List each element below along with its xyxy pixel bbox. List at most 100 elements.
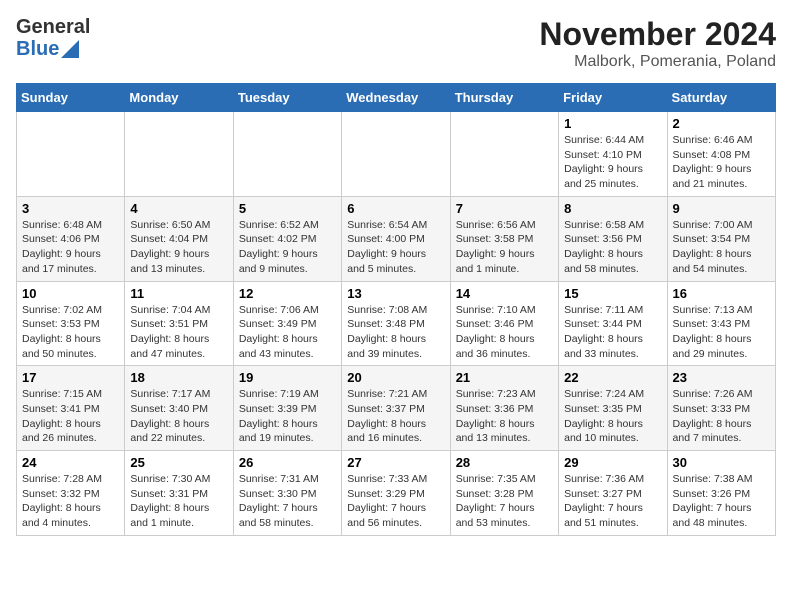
- day-number: 27: [347, 455, 444, 470]
- calendar-cell: 19 Sunrise: 7:19 AM Sunset: 3:39 PM Dayli…: [233, 366, 341, 451]
- day-detail: Sunrise: 7:11 AM Sunset: 3:44 PM Dayligh…: [564, 303, 661, 362]
- calendar-week-row: 3 Sunrise: 6:48 AM Sunset: 4:06 PM Daylig…: [17, 196, 776, 281]
- day-number: 24: [22, 455, 119, 470]
- calendar-cell: 25 Sunrise: 7:30 AM Sunset: 3:31 PM Dayli…: [125, 451, 233, 536]
- day-number: 19: [239, 370, 336, 385]
- day-detail: Sunrise: 6:48 AM Sunset: 4:06 PM Dayligh…: [22, 218, 119, 277]
- day-number: 28: [456, 455, 553, 470]
- day-number: 29: [564, 455, 661, 470]
- day-detail: Sunrise: 6:52 AM Sunset: 4:02 PM Dayligh…: [239, 218, 336, 277]
- day-detail: Sunrise: 7:10 AM Sunset: 3:46 PM Dayligh…: [456, 303, 553, 362]
- calendar-cell: 5Sunrise: 6:52 AM Sunset: 4:02 PM Daylig…: [233, 196, 341, 281]
- day-detail: Sunrise: 6:50 AM Sunset: 4:04 PM Dayligh…: [130, 218, 227, 277]
- day-detail: Sunrise: 7:23 AM Sunset: 3:36 PM Dayligh…: [456, 387, 553, 446]
- day-detail: Sunrise: 7:02 AM Sunset: 3:53 PM Dayligh…: [22, 303, 119, 362]
- calendar-table: SundayMondayTuesdayWednesdayThursdayFrid…: [16, 83, 776, 536]
- calendar-cell: 24 Sunrise: 7:28 AM Sunset: 3:32 PM Dayli…: [17, 451, 125, 536]
- calendar-cell: [125, 112, 233, 197]
- day-number: 3: [22, 201, 119, 216]
- calendar-cell: [342, 112, 450, 197]
- day-number: 30: [673, 455, 770, 470]
- calendar-week-row: 10 Sunrise: 7:02 AM Sunset: 3:53 PM Dayli…: [17, 281, 776, 366]
- calendar-cell: 14 Sunrise: 7:10 AM Sunset: 3:46 PM Dayli…: [450, 281, 558, 366]
- header: General Blue November 2024 Malbork, Pome…: [16, 16, 776, 71]
- day-number: 18: [130, 370, 227, 385]
- day-number: 4: [130, 201, 227, 216]
- calendar-cell: 30 Sunrise: 7:38 AM Sunset: 3:26 PM Dayli…: [667, 451, 775, 536]
- calendar-header-tuesday: Tuesday: [233, 84, 341, 112]
- day-number: 13: [347, 286, 444, 301]
- day-detail: Sunrise: 6:44 AM Sunset: 4:10 PM Dayligh…: [564, 133, 661, 192]
- calendar-cell: 29 Sunrise: 7:36 AM Sunset: 3:27 PM Dayli…: [559, 451, 667, 536]
- day-detail: Sunrise: 7:00 AM Sunset: 3:54 PM Dayligh…: [673, 218, 770, 277]
- calendar-week-row: 1 Sunrise: 6:44 AM Sunset: 4:10 PM Daylig…: [17, 112, 776, 197]
- day-number: 2: [673, 116, 770, 131]
- day-detail: Sunrise: 7:04 AM Sunset: 3:51 PM Dayligh…: [130, 303, 227, 362]
- logo-icon: [61, 40, 79, 58]
- day-detail: Sunrise: 7:36 AM Sunset: 3:27 PM Dayligh…: [564, 472, 661, 531]
- calendar-header-wednesday: Wednesday: [342, 84, 450, 112]
- calendar-cell: 26 Sunrise: 7:31 AM Sunset: 3:30 PM Dayli…: [233, 451, 341, 536]
- day-detail: Sunrise: 7:38 AM Sunset: 3:26 PM Dayligh…: [673, 472, 770, 531]
- calendar-header-sunday: Sunday: [17, 84, 125, 112]
- calendar-cell: 21 Sunrise: 7:23 AM Sunset: 3:36 PM Dayli…: [450, 366, 558, 451]
- day-number: 11: [130, 286, 227, 301]
- day-number: 25: [130, 455, 227, 470]
- day-detail: Sunrise: 6:56 AM Sunset: 3:58 PM Dayligh…: [456, 218, 553, 277]
- day-number: 7: [456, 201, 553, 216]
- day-detail: Sunrise: 7:31 AM Sunset: 3:30 PM Dayligh…: [239, 472, 336, 531]
- day-detail: Sunrise: 7:06 AM Sunset: 3:49 PM Dayligh…: [239, 303, 336, 362]
- calendar-cell: 4 Sunrise: 6:50 AM Sunset: 4:04 PM Daylig…: [125, 196, 233, 281]
- calendar-cell: 15Sunrise: 7:11 AM Sunset: 3:44 PM Dayli…: [559, 281, 667, 366]
- day-number: 14: [456, 286, 553, 301]
- calendar-cell: 17 Sunrise: 7:15 AM Sunset: 3:41 PM Dayli…: [17, 366, 125, 451]
- day-number: 22: [564, 370, 661, 385]
- calendar-cell: 16 Sunrise: 7:13 AM Sunset: 3:43 PM Dayli…: [667, 281, 775, 366]
- day-number: 12: [239, 286, 336, 301]
- day-detail: Sunrise: 7:13 AM Sunset: 3:43 PM Dayligh…: [673, 303, 770, 362]
- calendar-week-row: 17 Sunrise: 7:15 AM Sunset: 3:41 PM Dayli…: [17, 366, 776, 451]
- day-detail: Sunrise: 7:33 AM Sunset: 3:29 PM Dayligh…: [347, 472, 444, 531]
- calendar-cell: [233, 112, 341, 197]
- calendar-cell: 11 Sunrise: 7:04 AM Sunset: 3:51 PM Dayli…: [125, 281, 233, 366]
- page-subtitle: Malbork, Pomerania, Poland: [539, 53, 776, 71]
- calendar-week-row: 24 Sunrise: 7:28 AM Sunset: 3:32 PM Dayli…: [17, 451, 776, 536]
- day-number: 1: [564, 116, 661, 131]
- day-detail: Sunrise: 7:15 AM Sunset: 3:41 PM Dayligh…: [22, 387, 119, 446]
- day-detail: Sunrise: 7:19 AM Sunset: 3:39 PM Dayligh…: [239, 387, 336, 446]
- calendar-cell: 3 Sunrise: 6:48 AM Sunset: 4:06 PM Daylig…: [17, 196, 125, 281]
- day-detail: Sunrise: 7:28 AM Sunset: 3:32 PM Dayligh…: [22, 472, 119, 531]
- logo-general: General: [16, 16, 90, 38]
- calendar-cell: 6Sunrise: 6:54 AM Sunset: 4:00 PM Daylig…: [342, 196, 450, 281]
- calendar-cell: [17, 112, 125, 197]
- day-number: 10: [22, 286, 119, 301]
- logo-blue: Blue: [16, 38, 59, 60]
- day-detail: Sunrise: 7:35 AM Sunset: 3:28 PM Dayligh…: [456, 472, 553, 531]
- day-number: 8: [564, 201, 661, 216]
- calendar-header-row: SundayMondayTuesdayWednesdayThursdayFrid…: [17, 84, 776, 112]
- logo: General Blue: [16, 16, 90, 60]
- calendar-cell: 12 Sunrise: 7:06 AM Sunset: 3:49 PM Dayli…: [233, 281, 341, 366]
- calendar-cell: 20Sunrise: 7:21 AM Sunset: 3:37 PM Dayli…: [342, 366, 450, 451]
- calendar-header-saturday: Saturday: [667, 84, 775, 112]
- calendar-cell: 18 Sunrise: 7:17 AM Sunset: 3:40 PM Dayli…: [125, 366, 233, 451]
- day-number: 26: [239, 455, 336, 470]
- day-number: 17: [22, 370, 119, 385]
- calendar-cell: 9Sunrise: 7:00 AM Sunset: 3:54 PM Daylig…: [667, 196, 775, 281]
- day-detail: Sunrise: 7:08 AM Sunset: 3:48 PM Dayligh…: [347, 303, 444, 362]
- calendar-cell: 27 Sunrise: 7:33 AM Sunset: 3:29 PM Dayli…: [342, 451, 450, 536]
- calendar-cell: 10 Sunrise: 7:02 AM Sunset: 3:53 PM Dayli…: [17, 281, 125, 366]
- page-title: November 2024: [539, 16, 776, 53]
- day-detail: Sunrise: 7:21 AM Sunset: 3:37 PM Dayligh…: [347, 387, 444, 446]
- day-detail: Sunrise: 7:30 AM Sunset: 3:31 PM Dayligh…: [130, 472, 227, 531]
- day-number: 23: [673, 370, 770, 385]
- calendar-cell: 2Sunrise: 6:46 AM Sunset: 4:08 PM Daylig…: [667, 112, 775, 197]
- title-area: November 2024 Malbork, Pomerania, Poland: [539, 16, 776, 71]
- day-number: 21: [456, 370, 553, 385]
- day-detail: Sunrise: 7:24 AM Sunset: 3:35 PM Dayligh…: [564, 387, 661, 446]
- calendar-cell: 13 Sunrise: 7:08 AM Sunset: 3:48 PM Dayli…: [342, 281, 450, 366]
- day-number: 6: [347, 201, 444, 216]
- calendar-header-thursday: Thursday: [450, 84, 558, 112]
- day-number: 16: [673, 286, 770, 301]
- day-detail: Sunrise: 7:17 AM Sunset: 3:40 PM Dayligh…: [130, 387, 227, 446]
